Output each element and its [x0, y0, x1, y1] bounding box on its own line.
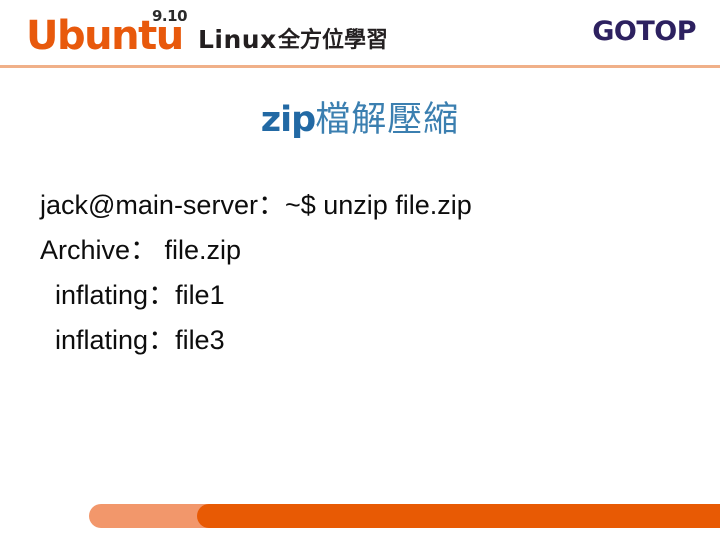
transcript-line: inflating：file3 [55, 325, 225, 355]
terminal-transcript: jack@main-server：~$ unzip file.zip Archi… [0, 183, 720, 363]
transcript-line: inflating：file1 [55, 280, 225, 310]
transcript-line: Archive： file.zip [40, 235, 242, 265]
header-divider-rule [0, 65, 720, 68]
page-header: Ubuntu 9.10 Linux 全方位學習 GOTOP [0, 0, 720, 68]
transcript-line: jack@main-server：~$ unzip file.zip [40, 190, 472, 220]
footer-bar-dark-segment [197, 504, 720, 528]
ubuntu-version-label: 9.10 [152, 7, 188, 25]
gotop-publisher-logo: GOTOP [592, 16, 696, 47]
book-subtitle-cjk: 全方位學習 [278, 28, 389, 53]
slide-title-cjk: 檔解壓縮 [315, 100, 460, 140]
book-subtitle-latin: Linux [198, 25, 277, 54]
slide-title-latin: zip [260, 100, 316, 140]
footer-decoration-bar [89, 504, 720, 528]
slide-title: zip檔解壓縮 [0, 98, 720, 142]
